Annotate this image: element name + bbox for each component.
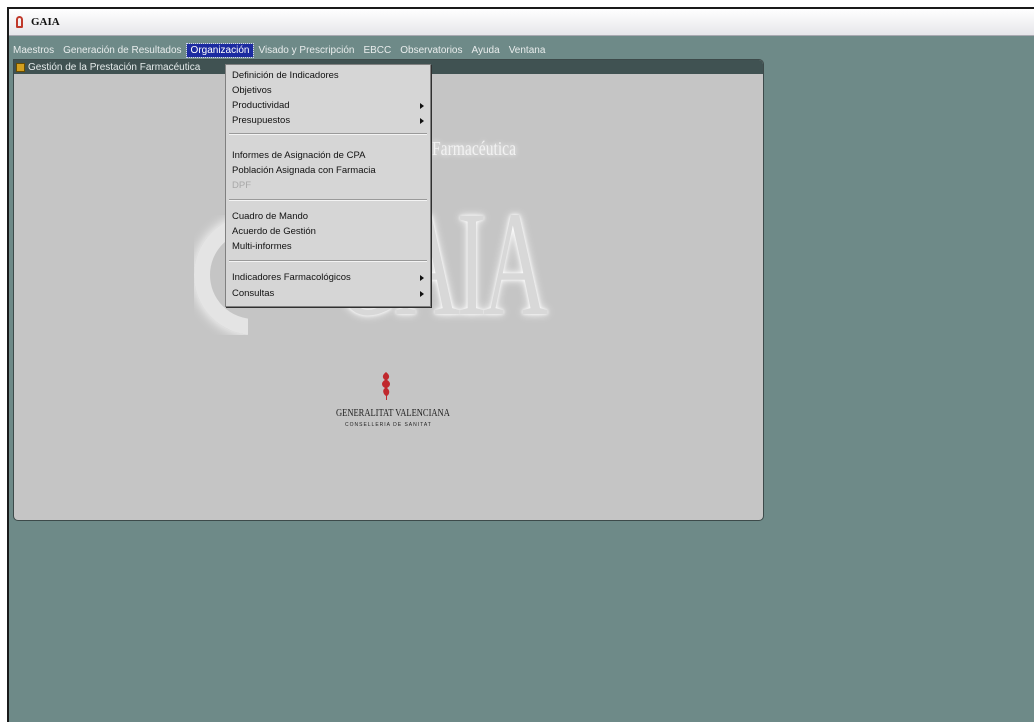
brand-subtitle: Farmacéutica	[432, 138, 517, 160]
menu-ebcc[interactable]: EBCC	[359, 44, 395, 57]
menuitem-label: Presupuestos	[232, 115, 291, 126]
menuitem-dpf: DPF	[232, 179, 424, 193]
app-frame: GAIA Maestros Generación de Resultados O…	[7, 7, 1034, 722]
organizacion-dropdown-menu: Definición de Indicadores Objetivos Prod…	[225, 64, 431, 307]
menu-separator	[229, 199, 427, 201]
menuitem-label: Población Asignada con Farmacia	[232, 165, 376, 176]
menu-maestros[interactable]: Maestros	[9, 44, 58, 57]
menuitem-consultas[interactable]: Consultas	[232, 287, 424, 301]
menuitem-productividad[interactable]: Productividad	[232, 99, 424, 113]
window-title: GAIA	[31, 16, 60, 28]
menubar: Maestros Generación de Resultados Organi…	[9, 42, 1034, 58]
org-subtitle: CONSELLERIA DE SANITAT	[345, 422, 432, 428]
menu-organizacion[interactable]: Organización	[185, 42, 255, 58]
menuitem-label: Productividad	[232, 100, 290, 111]
menuitem-indicadores-farmacologicos[interactable]: Indicadores Farmacológicos	[232, 271, 424, 285]
submenu-arrow-icon	[420, 291, 424, 297]
menuitem-label: DPF	[232, 180, 251, 191]
menu-ayuda[interactable]: Ayuda	[468, 44, 504, 57]
menuitem-label: Acuerdo de Gestión	[232, 226, 316, 237]
menuitem-objetivos[interactable]: Objetivos	[232, 84, 424, 98]
generalitat-emblem-icon	[382, 372, 390, 400]
menu-generacion-resultados[interactable]: Generación de Resultados	[59, 44, 185, 57]
form-icon	[16, 62, 25, 72]
menu-observatorios[interactable]: Observatorios	[396, 44, 466, 57]
submenu-arrow-icon	[420, 275, 424, 281]
menuitem-label: Objetivos	[232, 85, 272, 96]
menuitem-label: Informes de Asignación de CPA	[232, 150, 366, 161]
mdi-caption: Gestión de la Prestación Farmacéutica	[28, 61, 201, 73]
menuitem-acuerdo-gestion[interactable]: Acuerdo de Gestión	[232, 225, 424, 239]
menuitem-label: Definición de Indicadores	[232, 70, 339, 81]
menuitem-label: Indicadores Farmacológicos	[232, 272, 351, 283]
menuitem-label: Cuadro de Mando	[232, 211, 309, 222]
submenu-arrow-icon	[420, 118, 424, 124]
submenu-arrow-icon	[420, 103, 424, 109]
menuitem-poblacion-asignada[interactable]: Población Asignada con Farmacia	[232, 164, 424, 178]
menu-visado-prescripcion[interactable]: Visado y Prescripción	[254, 44, 358, 57]
menu-separator	[229, 133, 427, 135]
menu-ventana[interactable]: Ventana	[505, 44, 550, 57]
menuitem-label: Consultas	[232, 288, 275, 299]
window-titlebar[interactable]: GAIA	[9, 9, 1034, 36]
menuitem-presupuestos[interactable]: Presupuestos	[232, 114, 424, 128]
menu-separator	[229, 260, 427, 262]
app-icon	[14, 16, 26, 28]
menuitem-label: Multi-informes	[232, 241, 292, 252]
menuitem-informes-asignacion-cpa[interactable]: Informes de Asignación de CPA	[232, 149, 424, 163]
menuitem-multi-informes[interactable]: Multi-informes	[232, 240, 424, 254]
menuitem-definicion-indicadores[interactable]: Definición de Indicadores	[232, 69, 424, 83]
menuitem-cuadro-mando[interactable]: Cuadro de Mando	[232, 210, 424, 224]
org-name: GENERALITAT VALENCIANA	[336, 408, 450, 419]
